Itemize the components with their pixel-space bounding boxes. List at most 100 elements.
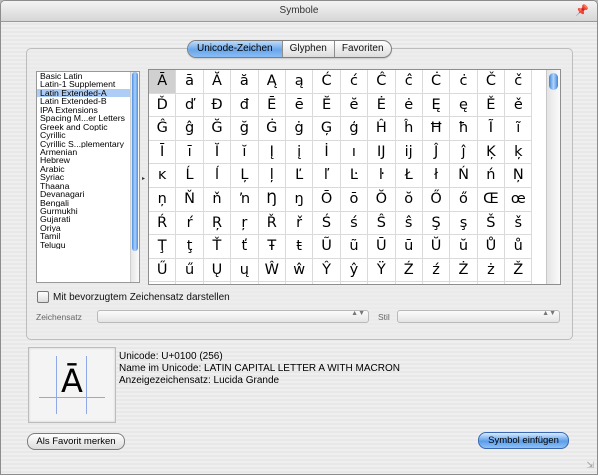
glyph-cell[interactable]: Ź bbox=[395, 258, 423, 283]
glyph-cell[interactable]: Ŵ bbox=[258, 258, 286, 283]
glyph-cell[interactable]: ƀ bbox=[204, 282, 232, 284]
glyph-cell[interactable]: ň bbox=[203, 187, 232, 212]
glyph-cell[interactable]: Ĩ bbox=[477, 117, 506, 141]
glyph-cell[interactable]: Ń bbox=[450, 164, 478, 188]
style-select[interactable]: ▲▼ bbox=[397, 310, 560, 323]
category-item[interactable]: Telugu bbox=[37, 241, 139, 249]
glyph-cell[interactable]: Ű bbox=[149, 258, 177, 283]
category-scrollbar[interactable] bbox=[130, 72, 139, 282]
glyph-cell[interactable]: Ę bbox=[422, 93, 451, 118]
glyph-cell[interactable]: ō bbox=[340, 187, 369, 212]
category-item[interactable]: Tamil bbox=[37, 232, 139, 240]
glyph-cell[interactable]: ż bbox=[477, 258, 506, 283]
glyph-cell[interactable]: ħ bbox=[450, 117, 478, 141]
glyph-cell[interactable]: Ũ bbox=[313, 235, 341, 259]
glyph-cell[interactable]: Ĉ bbox=[368, 70, 396, 94]
glyph-cell[interactable]: ƅ bbox=[341, 282, 369, 284]
category-item[interactable]: Spacing M...er Letters bbox=[37, 114, 139, 122]
glyph-cell[interactable]: ď bbox=[176, 93, 204, 118]
glyph-cell[interactable]: ř bbox=[285, 211, 314, 236]
pin-icon[interactable]: 📌 bbox=[575, 4, 589, 17]
category-item[interactable]: Devanagari bbox=[37, 190, 139, 198]
glyph-cell[interactable]: ĭ bbox=[231, 140, 259, 165]
glyph-cell[interactable]: ń bbox=[477, 164, 506, 188]
glyph-cell[interactable]: ſ bbox=[176, 282, 204, 284]
glyph-cell[interactable]: Ģ bbox=[313, 117, 341, 141]
glyph-cell[interactable]: ĵ bbox=[450, 140, 478, 165]
glyph-cell[interactable]: Ā bbox=[149, 70, 177, 94]
glyph-cell[interactable]: Ĺ bbox=[176, 164, 204, 188]
glyph-cell[interactable]: Ŗ bbox=[203, 211, 232, 236]
glyph-cell[interactable]: Ď bbox=[149, 93, 177, 118]
glyph-cell[interactable]: Ņ bbox=[505, 164, 533, 188]
glyph-cell[interactable]: Ž bbox=[505, 258, 533, 283]
glyph-cell[interactable]: Ľ bbox=[285, 164, 314, 188]
category-list[interactable]: Basic Latin Latin-1 Supplement Latin Exten… bbox=[36, 71, 140, 283]
glyph-cell[interactable]: Į bbox=[258, 140, 286, 165]
glyph-cell[interactable]: ů bbox=[505, 235, 533, 259]
glyph-cell[interactable]: Ĝ bbox=[149, 117, 177, 141]
glyph-cell[interactable]: ĩ bbox=[505, 117, 533, 141]
glyph-cell[interactable]: ĉ bbox=[395, 70, 423, 94]
glyph-cell[interactable]: į bbox=[285, 140, 314, 165]
glyph-cell[interactable]: Ĳ bbox=[368, 140, 396, 165]
glyph-cell[interactable]: Ġ bbox=[258, 117, 286, 141]
glyph-cell[interactable]: Ĭ bbox=[203, 140, 232, 165]
glyph-cell[interactable]: ę bbox=[450, 93, 478, 118]
glyph-cell[interactable]: Ċ bbox=[422, 70, 451, 94]
glyph-cell[interactable]: Š bbox=[477, 211, 506, 236]
glyph-cell[interactable]: Ż bbox=[450, 258, 478, 283]
glyph-cell[interactable]: Ÿ bbox=[368, 258, 396, 283]
category-item[interactable]: Latin Extended-B bbox=[37, 97, 139, 105]
glyph-cell[interactable]: ġ bbox=[285, 117, 314, 141]
glyph-cell[interactable]: ŗ bbox=[231, 211, 259, 236]
glyph-cell[interactable]: ź bbox=[422, 258, 451, 283]
glyph-cell[interactable]: Ƌ bbox=[505, 282, 533, 284]
glyph-cell[interactable]: Ă bbox=[203, 70, 232, 94]
glyph-cell[interactable]: ũ bbox=[340, 235, 369, 259]
glyph-cell[interactable]: ŕ bbox=[176, 211, 204, 236]
glyph-cell[interactable]: Ų bbox=[203, 258, 232, 283]
glyph-cell[interactable]: ą bbox=[285, 70, 314, 94]
glyph-cell[interactable]: Ī bbox=[149, 140, 177, 165]
glyph-cell[interactable]: Ɗ bbox=[478, 282, 506, 284]
category-item[interactable]: Greek and Coptic bbox=[37, 123, 139, 131]
glyph-cell[interactable]: ŀ bbox=[368, 164, 396, 188]
glyph-cell[interactable]: š bbox=[505, 211, 533, 236]
glyph-cell[interactable]: Ě bbox=[477, 93, 506, 118]
glyph-cell[interactable]: ĺ bbox=[203, 164, 232, 188]
glyph-cell[interactable]: ŝ bbox=[395, 211, 423, 236]
glyph-cell[interactable]: Ɔ bbox=[368, 282, 396, 284]
glyph-cell[interactable]: ƃ bbox=[286, 282, 314, 284]
insert-symbol-button[interactable]: Symbol einfügen bbox=[478, 432, 569, 449]
glyph-cell[interactable]: ı bbox=[340, 140, 369, 165]
glyph-cell[interactable]: ť bbox=[231, 235, 259, 259]
glyph-cell[interactable]: ě bbox=[505, 93, 533, 118]
category-item[interactable]: Arabic bbox=[37, 165, 139, 173]
glyph-cell[interactable]: ŋ bbox=[285, 187, 314, 212]
glyph-cell[interactable]: ķ bbox=[505, 140, 533, 165]
glyph-cell[interactable]: ċ bbox=[450, 70, 478, 94]
glyph-cell[interactable]: Ś bbox=[313, 211, 341, 236]
glyph-cell[interactable]: ƈ bbox=[423, 282, 451, 284]
glyph-cell[interactable]: Ĥ bbox=[368, 117, 396, 141]
glyph-cell[interactable]: Ů bbox=[477, 235, 506, 259]
category-item[interactable]: Basic Latin bbox=[37, 72, 139, 80]
glyph-cell[interactable]: Ŝ bbox=[368, 211, 396, 236]
tab-glyphs[interactable]: Glyphen bbox=[281, 41, 334, 57]
glyph-cell[interactable]: ļ bbox=[258, 164, 286, 188]
splitter-handle-icon[interactable]: ▸ bbox=[142, 175, 145, 182]
glyph-cell[interactable]: ľ bbox=[313, 164, 341, 188]
glyph-cell[interactable]: ņ bbox=[149, 187, 177, 212]
glyph-cell[interactable]: ğ bbox=[231, 117, 259, 141]
glyph-cell[interactable]: ŧ bbox=[285, 235, 314, 259]
glyph-cell[interactable]: ā bbox=[176, 70, 204, 94]
glyph-cell[interactable]: Ƅ bbox=[313, 282, 341, 284]
glyph-cell[interactable]: ĝ bbox=[176, 117, 204, 141]
glyph-cell[interactable]: ĥ bbox=[395, 117, 423, 141]
glyph-cell[interactable]: ĕ bbox=[340, 93, 369, 118]
glyph-cell[interactable]: Ƈ bbox=[396, 282, 423, 284]
glyph-cell[interactable]: ć bbox=[340, 70, 369, 94]
category-item[interactable]: Oriya bbox=[37, 224, 139, 232]
glyph-cell[interactable]: Ő bbox=[422, 187, 451, 212]
